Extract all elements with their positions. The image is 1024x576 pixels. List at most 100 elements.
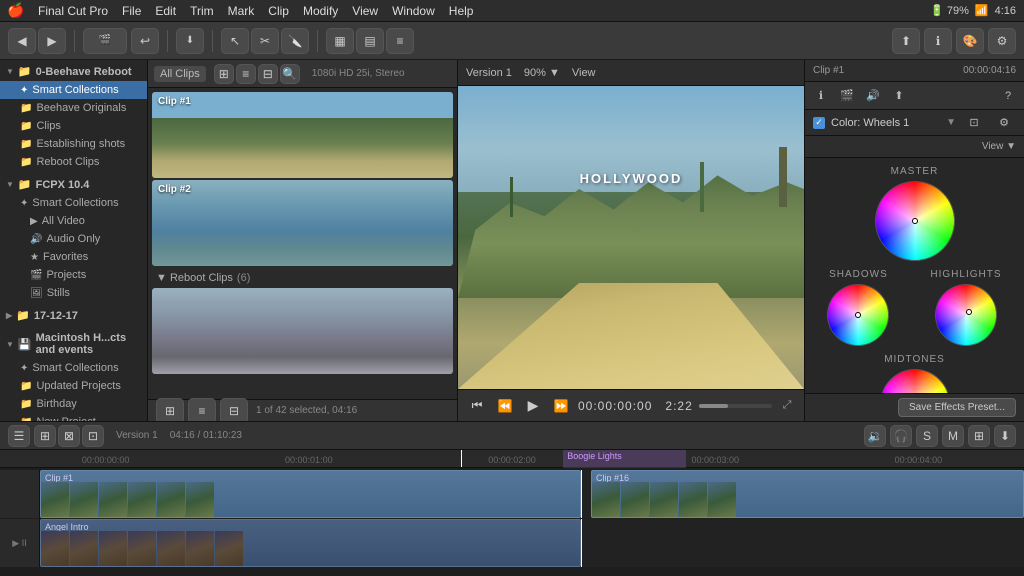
sidebar-header-beehave[interactable]: ▼ 📁 0-Beehave Reboot xyxy=(0,62,147,81)
sidebar-item-birthday[interactable]: 📁 Birthday xyxy=(0,395,147,413)
sidebar-item-all-video[interactable]: ▶ All Video xyxy=(0,212,147,230)
midtones-color-wheel[interactable] xyxy=(880,369,950,393)
inspector-video-btn[interactable]: 🎬 xyxy=(835,85,859,107)
back-button[interactable]: ◀ xyxy=(8,28,36,54)
toolbar-tools-group: ↖ ✂ 🔪 xyxy=(221,28,309,54)
sidebar-header-date[interactable]: ▶ 📁 17-12-17 xyxy=(0,306,147,325)
sidebar-item-smart-collections-1[interactable]: ✦ Smart Collections xyxy=(0,81,147,99)
master-color-wheel[interactable] xyxy=(875,181,955,261)
inspector-toggle[interactable]: ℹ xyxy=(924,28,952,54)
play-beginning-btn[interactable]: ⏮ xyxy=(466,395,488,417)
undo-button[interactable]: ↩ xyxy=(131,28,159,54)
all-clips-btn[interactable]: All Clips xyxy=(154,66,206,82)
playhead-bar[interactable] xyxy=(699,404,772,408)
clip-block-main[interactable]: Clip #1 xyxy=(40,470,581,518)
menu-help[interactable]: Help xyxy=(443,2,480,20)
color-btn[interactable]: 🎨 xyxy=(956,28,984,54)
tree-1 xyxy=(510,177,513,217)
color-enabled-checkbox[interactable]: ✓ xyxy=(813,117,825,129)
sidebar-item-reboot-clips[interactable]: 📁 Reboot Clips xyxy=(0,153,147,171)
highlights-color-wheel[interactable] xyxy=(935,284,997,346)
menu-trim[interactable]: Trim xyxy=(184,2,220,20)
sidebar-item-projects[interactable]: 🎬 Projects xyxy=(0,266,147,284)
timeline-headphone-btn[interactable]: 🎧 xyxy=(890,425,912,447)
inspector-audio-btn[interactable]: 🔊 xyxy=(861,85,885,107)
sidebar-item-favorites[interactable]: ★ Favorites xyxy=(0,248,147,266)
play-pause-icon[interactable]: ▶ II xyxy=(12,538,26,549)
projects-icon: 🎬 xyxy=(30,270,42,281)
wheel-dot xyxy=(855,312,861,318)
timeline-fit[interactable]: ⊡ xyxy=(82,425,104,447)
play-btn[interactable]: ▶ xyxy=(522,395,544,417)
sidebar-item-new-project[interactable]: 📁 New Project xyxy=(0,413,147,421)
settings-btn[interactable]: ⚙ xyxy=(988,28,1016,54)
status-view-btn[interactable]: ⊞ xyxy=(156,398,184,424)
clip-item-3[interactable] xyxy=(152,288,453,374)
wheel-border xyxy=(880,369,950,393)
menu-file[interactable]: File xyxy=(116,2,147,20)
timeline-mute-btn[interactable]: M xyxy=(942,425,964,447)
sidebar-item-updated-projects[interactable]: 📁 Updated Projects xyxy=(0,377,147,395)
sidebar-header-macintosh[interactable]: ▼ 💾 Macintosh H...cts and events xyxy=(0,329,147,359)
menu-edit[interactable]: Edit xyxy=(149,2,182,20)
import-button[interactable]: ⬇ xyxy=(176,28,204,54)
fullscreen-icon[interactable]: ⤢ xyxy=(778,397,796,415)
timeline-expand-btn[interactable]: ⊞ xyxy=(968,425,990,447)
inspector-info-btn[interactable]: ℹ xyxy=(809,85,833,107)
apple-menu[interactable]: 🍎 xyxy=(8,3,24,19)
sidebar-item-audio-only[interactable]: 🔊 Audio Only xyxy=(0,230,147,248)
inspector-share-btn[interactable]: ⬆ xyxy=(887,85,911,107)
menu-window[interactable]: Window xyxy=(386,2,441,20)
sidebar-item-smart-collections-2[interactable]: ✦ Smart Collections xyxy=(0,194,147,212)
color-menu-btn[interactable]: ⚙ xyxy=(992,112,1016,134)
timeline-connect-btn[interactable]: ⬇ xyxy=(994,425,1016,447)
menu-finalcutpro[interactable]: Final Cut Pro xyxy=(32,2,114,20)
menu-modify[interactable]: Modify xyxy=(297,2,344,20)
share-button[interactable]: ⬆ xyxy=(892,28,920,54)
clip-section-label[interactable]: ▼ Reboot Clips (6) xyxy=(152,268,453,286)
status-list-btn[interactable]: ≡ xyxy=(188,398,216,424)
clip-item-1[interactable]: Clip #1 xyxy=(152,92,453,178)
inspector-question-btn[interactable]: ? xyxy=(996,85,1020,107)
timeline-audio-btn[interactable]: 🔉 xyxy=(864,425,886,447)
menu-mark[interactable]: Mark xyxy=(222,2,261,20)
sidebar-item-clips[interactable]: 📁 Clips xyxy=(0,117,147,135)
viewer-zoom[interactable]: 90% ▼ xyxy=(524,67,560,79)
select-tool[interactable]: ↖ xyxy=(221,28,249,54)
clip-block-2[interactable]: Clip #16 xyxy=(591,470,1024,518)
view-dropdown-btn[interactable]: View ▼ xyxy=(982,141,1016,152)
save-preset-btn[interactable]: Save Effects Preset... xyxy=(898,398,1016,417)
timeline-solo-btn[interactable]: S xyxy=(916,425,938,447)
sidebar-item-smart-collections-3[interactable]: ✦ Smart Collections xyxy=(0,359,147,377)
list-btn[interactable]: ≡ xyxy=(386,28,414,54)
clip-block-3[interactable]: Angel Intro xyxy=(40,519,581,567)
sidebar-section-label: 17-12-17 xyxy=(34,310,78,322)
timeline-zoom-out[interactable]: ⊠ xyxy=(58,425,80,447)
new-library-button[interactable]: 🎬 xyxy=(83,28,127,54)
browser-search-btn[interactable]: 🔍 xyxy=(280,64,300,84)
browser-view-btn-3[interactable]: ⊟ xyxy=(258,64,278,84)
filmstrip-btn[interactable]: ▤ xyxy=(356,28,384,54)
trim-tool[interactable]: ✂ xyxy=(251,28,279,54)
browser-view-btn-2[interactable]: ≡ xyxy=(236,64,256,84)
menu-clip[interactable]: Clip xyxy=(262,2,295,20)
sidebar-item-stills[interactable]: 🖼 Stills xyxy=(0,284,147,302)
sidebar-item-beehave-originals[interactable]: 📁 Beehave Originals xyxy=(0,99,147,117)
status-filmstrip-btn[interactable]: ⊟ xyxy=(220,398,248,424)
forward-button[interactable]: ▶ xyxy=(38,28,66,54)
view-dropdown[interactable]: View xyxy=(572,67,596,79)
timeline-zoom-in[interactable]: ⊞ xyxy=(34,425,56,447)
browser-view-btn[interactable]: ▦ xyxy=(326,28,354,54)
play-fwd-btn[interactable]: ⏩ xyxy=(550,395,572,417)
sidebar-item-establishing[interactable]: 📁 Establishing shots xyxy=(0,135,147,153)
timeline-index-btn[interactable]: ☰ xyxy=(8,425,30,447)
browser-view-btn-1[interactable]: ⊞ xyxy=(214,64,234,84)
blade-tool[interactable]: 🔪 xyxy=(281,28,309,54)
color-wheels-dropdown[interactable]: ▼ xyxy=(946,117,956,128)
clip-item-2[interactable]: Clip #2 xyxy=(152,180,453,266)
play-back-btn[interactable]: ⏪ xyxy=(494,395,516,417)
menu-view[interactable]: View xyxy=(346,2,384,20)
color-expand-btn[interactable]: ⊡ xyxy=(962,112,986,134)
shadows-color-wheel[interactable] xyxy=(827,284,889,346)
sidebar-header-fcpx[interactable]: ▼ 📁 FCPX 10.4 xyxy=(0,175,147,194)
